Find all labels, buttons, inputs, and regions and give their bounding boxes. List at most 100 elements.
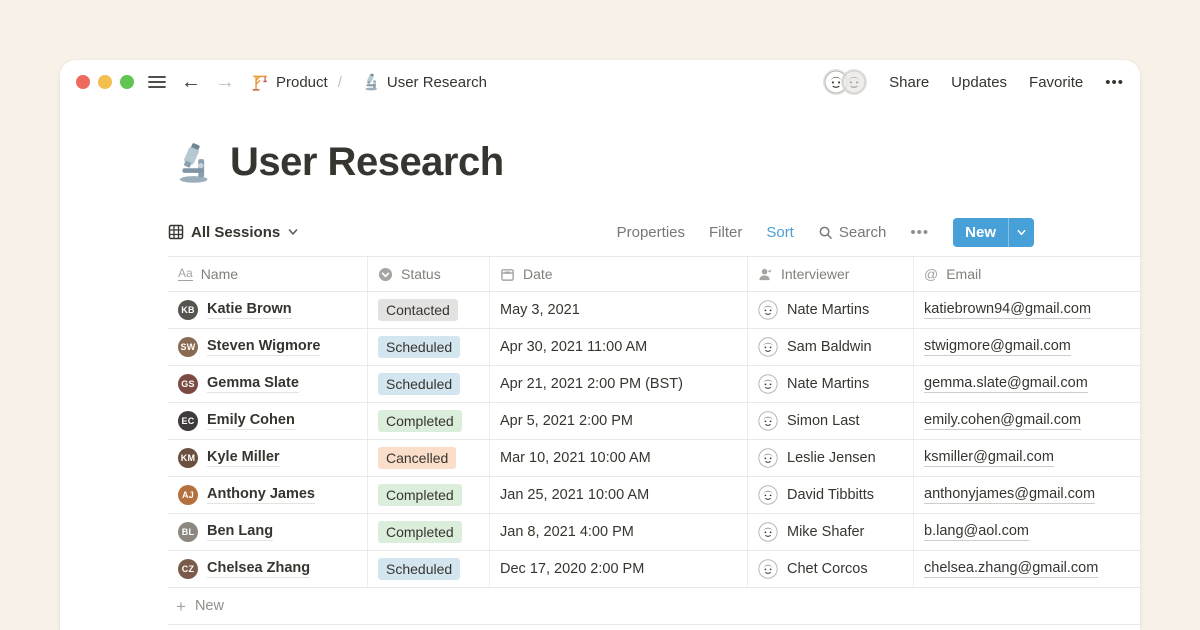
filter-button[interactable]: Filter xyxy=(709,224,742,241)
status-cell[interactable]: Cancelled xyxy=(368,440,490,476)
share-button[interactable]: Share xyxy=(889,74,929,91)
status-badge: Completed xyxy=(378,410,462,432)
microscope-icon xyxy=(362,73,380,91)
email-cell[interactable]: b.lang@aol.com xyxy=(914,514,1140,550)
column-header-interviewer[interactable]: Interviewer xyxy=(748,257,914,291)
email-link[interactable]: chelsea.zhang@gmail.com xyxy=(924,560,1098,578)
name-cell[interactable]: BLBen Lang xyxy=(168,514,368,550)
status-badge: Cancelled xyxy=(378,447,456,469)
email-link[interactable]: emily.cohen@gmail.com xyxy=(924,412,1081,430)
email-link[interactable]: anthonyjames@gmail.com xyxy=(924,486,1095,504)
name-cell[interactable]: ECEmily Cohen xyxy=(168,403,368,439)
email-link[interactable]: b.lang@aol.com xyxy=(924,523,1029,541)
name-cell[interactable]: KBKatie Brown xyxy=(168,292,368,328)
updates-button[interactable]: Updates xyxy=(951,74,1007,91)
email-cell[interactable]: gemma.slate@gmail.com xyxy=(914,366,1140,402)
interviewer-cell[interactable]: David Tibbitts xyxy=(748,477,914,513)
interviewer-cell[interactable]: Simon Last xyxy=(748,403,914,439)
new-entry-button[interactable]: New xyxy=(953,218,1008,247)
status-cell[interactable]: Scheduled xyxy=(368,366,490,402)
table-row: SWSteven Wigmore Scheduled Apr 30, 2021 … xyxy=(168,329,1140,366)
minimize-window-button[interactable] xyxy=(98,75,112,89)
date-cell[interactable]: Mar 10, 2021 10:00 AM xyxy=(490,440,748,476)
name-cell[interactable]: GSGemma Slate xyxy=(168,366,368,402)
column-header-name[interactable]: Aa Name xyxy=(168,257,368,291)
avatar: GS xyxy=(178,374,198,394)
search-button[interactable]: Search xyxy=(818,224,887,241)
interviewer-cell[interactable]: Leslie Jensen xyxy=(748,440,914,476)
at-icon: @ xyxy=(924,266,938,282)
avatar: EC xyxy=(178,411,198,431)
page-title[interactable]: User Research xyxy=(230,140,504,185)
email-link[interactable]: gemma.slate@gmail.com xyxy=(924,375,1088,393)
email-cell[interactable]: emily.cohen@gmail.com xyxy=(914,403,1140,439)
status-cell[interactable]: Contacted xyxy=(368,292,490,328)
email-link[interactable]: ksmiller@gmail.com xyxy=(924,449,1054,467)
back-arrow-icon[interactable]: ← xyxy=(181,72,201,92)
email-cell[interactable]: katiebrown94@gmail.com xyxy=(914,292,1140,328)
status-cell[interactable]: Completed xyxy=(368,514,490,550)
name-cell[interactable]: AJAnthony James xyxy=(168,477,368,513)
interviewer-cell[interactable]: Chet Corcos xyxy=(748,551,914,587)
avatar xyxy=(758,411,778,431)
top-bar: ← → Product / User Research Share Update… xyxy=(60,60,1140,104)
column-header-date[interactable]: Date xyxy=(490,257,748,291)
avatar: KM xyxy=(178,448,198,468)
email-cell[interactable]: anthonyjames@gmail.com xyxy=(914,477,1140,513)
email-cell[interactable]: ksmiller@gmail.com xyxy=(914,440,1140,476)
new-entry-dropdown-button[interactable] xyxy=(1008,218,1034,247)
avatar: KB xyxy=(178,300,198,320)
avatar xyxy=(758,300,778,320)
interviewer-cell[interactable]: Mike Shafer xyxy=(748,514,914,550)
status-badge: Scheduled xyxy=(378,336,460,358)
favorite-button[interactable]: Favorite xyxy=(1029,74,1083,91)
date-cell[interactable]: Apr 30, 2021 11:00 AM xyxy=(490,329,748,365)
table-body: KBKatie Brown Contacted May 3, 2021 Nate… xyxy=(168,292,1140,588)
name-cell[interactable]: KMKyle Miller xyxy=(168,440,368,476)
interviewer-cell[interactable]: Nate Martins xyxy=(748,292,914,328)
table-view-icon xyxy=(168,224,184,240)
app-window: ← → Product / User Research Share Update… xyxy=(60,60,1140,630)
email-link[interactable]: stwigmore@gmail.com xyxy=(924,338,1071,356)
email-cell[interactable]: chelsea.zhang@gmail.com xyxy=(914,551,1140,587)
column-header-status[interactable]: Status xyxy=(368,257,490,291)
status-cell[interactable]: Completed xyxy=(368,477,490,513)
email-cell[interactable]: stwigmore@gmail.com xyxy=(914,329,1140,365)
more-options-icon[interactable]: ••• xyxy=(1105,74,1124,91)
crane-icon xyxy=(251,73,269,91)
sidebar-menu-icon[interactable] xyxy=(147,72,167,92)
date-cell[interactable]: Apr 5, 2021 2:00 PM xyxy=(490,403,748,439)
microscope-page-icon[interactable] xyxy=(172,142,214,184)
date-cell[interactable]: Jan 8, 2021 4:00 PM xyxy=(490,514,748,550)
table-header-row: Aa Name Status Date Interviewer @ Email xyxy=(168,256,1140,292)
date-cell[interactable]: Apr 21, 2021 2:00 PM (BST) xyxy=(490,366,748,402)
maximize-window-button[interactable] xyxy=(120,75,134,89)
avatar xyxy=(758,485,778,505)
status-cell[interactable]: Completed xyxy=(368,403,490,439)
search-label: Search xyxy=(839,224,887,241)
top-bar-actions: Share Updates Favorite ••• xyxy=(823,69,1124,95)
date-cell[interactable]: Dec 17, 2020 2:00 PM xyxy=(490,551,748,587)
breadcrumb-page[interactable]: User Research xyxy=(362,73,487,91)
status-badge: Completed xyxy=(378,484,462,506)
sort-button[interactable]: Sort xyxy=(766,224,794,241)
status-cell[interactable]: Scheduled xyxy=(368,329,490,365)
forward-arrow-icon[interactable]: → xyxy=(215,72,235,92)
interviewer-cell[interactable]: Sam Baldwin xyxy=(748,329,914,365)
date-cell[interactable]: Jan 25, 2021 10:00 AM xyxy=(490,477,748,513)
breadcrumb-product[interactable]: Product xyxy=(251,73,328,91)
column-header-email[interactable]: @ Email xyxy=(914,257,1140,291)
collaborator-avatars[interactable] xyxy=(823,69,867,95)
view-selector[interactable]: All Sessions xyxy=(168,224,299,241)
properties-button[interactable]: Properties xyxy=(617,224,685,241)
toolbar-more-icon[interactable]: ••• xyxy=(910,224,929,241)
name-cell[interactable]: CZChelsea Zhang xyxy=(168,551,368,587)
interviewer-cell[interactable]: Nate Martins xyxy=(748,366,914,402)
add-row-button[interactable]: + New xyxy=(168,588,1140,625)
status-cell[interactable]: Scheduled xyxy=(368,551,490,587)
avatar xyxy=(758,374,778,394)
name-cell[interactable]: SWSteven Wigmore xyxy=(168,329,368,365)
close-window-button[interactable] xyxy=(76,75,90,89)
date-cell[interactable]: May 3, 2021 xyxy=(490,292,748,328)
email-link[interactable]: katiebrown94@gmail.com xyxy=(924,301,1091,319)
